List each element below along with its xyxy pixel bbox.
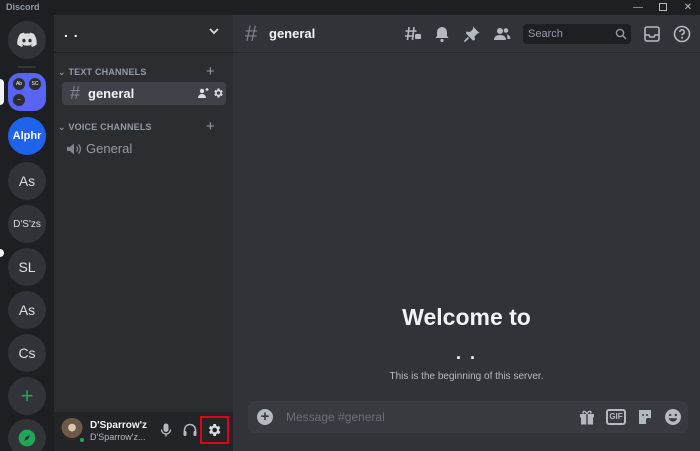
- gift-icon: [580, 410, 594, 425]
- message-composer: + GIF: [248, 401, 688, 433]
- speaker-icon: [67, 143, 81, 154]
- gift-button[interactable]: [578, 408, 596, 426]
- members-icon: [494, 28, 511, 40]
- server-sl[interactable]: SL: [8, 248, 46, 286]
- mute-button[interactable]: [158, 422, 174, 438]
- threads-icon: [405, 26, 421, 41]
- channel-header: # general: [233, 15, 700, 53]
- member-list-button[interactable]: [493, 25, 511, 43]
- chat-area: # general Welcome to . . This is the beg…: [233, 15, 700, 451]
- deafen-button[interactable]: [182, 422, 198, 438]
- server-rail: Ab SC – Alphr As D'S'zs SL As Cs +: [0, 15, 54, 451]
- sticker-button[interactable]: [636, 408, 654, 426]
- welcome-subtitle: This is the beginning of this server.: [389, 371, 544, 382]
- channel-label: General: [86, 141, 133, 156]
- server-as-2[interactable]: As: [8, 291, 46, 329]
- settings-highlight-box: [200, 416, 229, 444]
- inbox-icon: [644, 26, 660, 42]
- active-server-indicator: [0, 79, 4, 105]
- chevron-down-icon: ⌄: [58, 122, 66, 132]
- emoji-icon: [665, 409, 681, 425]
- username: D'Sparrow'z: [90, 420, 147, 431]
- channel-label: general: [88, 86, 135, 101]
- channel-title: general: [269, 26, 316, 41]
- add-server-button[interactable]: +: [8, 377, 46, 415]
- hash-icon: #: [69, 83, 80, 103]
- welcome-title: Welcome to: [402, 304, 531, 330]
- server-mini-icon: –: [13, 94, 25, 106]
- voice-channel-general[interactable]: General: [62, 137, 226, 160]
- channel-sidebar: . . ⌄ TEXT CHANNELS + # general ⌄ VOICE …: [54, 15, 233, 451]
- bell-icon: [435, 27, 449, 43]
- server-as[interactable]: As: [8, 162, 46, 200]
- app-title: Discord: [6, 2, 40, 12]
- threads-button[interactable]: [404, 25, 422, 43]
- maximize-icon: [659, 3, 667, 12]
- search-icon: [615, 28, 627, 40]
- server-alphr[interactable]: Alphr: [8, 117, 46, 155]
- category-label: TEXT CHANNELS: [68, 67, 147, 77]
- create-voice-channel-button[interactable]: +: [206, 119, 215, 134]
- server-dszs[interactable]: D'S'zs: [8, 205, 46, 243]
- server-active[interactable]: Ab SC –: [8, 73, 46, 111]
- microphone-icon: [160, 423, 172, 437]
- status-online-icon: [78, 436, 86, 444]
- title-bar: Discord — ✕: [0, 0, 700, 15]
- headphones-icon: [183, 423, 197, 436]
- create-channel-button[interactable]: +: [206, 64, 215, 79]
- chevron-down-icon: ⌄: [58, 67, 66, 77]
- gear-icon[interactable]: [212, 87, 224, 102]
- user-tag: D'Sparrow'z...: [90, 432, 146, 442]
- gif-button[interactable]: GIF: [606, 409, 626, 425]
- category-label: VOICE CHANNELS: [68, 122, 152, 132]
- server-cs[interactable]: Cs: [8, 334, 46, 372]
- server-name: . .: [64, 24, 79, 40]
- home-button[interactable]: [8, 21, 46, 59]
- notifications-button[interactable]: [433, 25, 451, 43]
- inbox-button[interactable]: [643, 25, 661, 43]
- user-panel: D'Sparrow'z D'Sparrow'z...: [54, 412, 233, 451]
- invite-icon[interactable]: [197, 87, 209, 102]
- voice-channels-category[interactable]: ⌄ VOICE CHANNELS: [58, 122, 152, 134]
- welcome-server-name: . .: [455, 343, 477, 363]
- discord-logo-icon: [17, 32, 37, 47]
- text-channels-category[interactable]: ⌄ TEXT CHANNELS: [58, 67, 147, 79]
- server-header[interactable]: . .: [54, 15, 233, 53]
- pin-icon: [463, 26, 480, 43]
- emoji-button[interactable]: [664, 408, 682, 426]
- close-button[interactable]: ✕: [677, 0, 699, 15]
- help-icon: [673, 25, 691, 43]
- server-mini-icon: Ab: [13, 78, 25, 90]
- explore-servers-button[interactable]: [8, 419, 46, 451]
- hash-icon: #: [245, 21, 258, 46]
- upload-button[interactable]: +: [257, 409, 273, 425]
- chevron-down-icon: [208, 25, 220, 40]
- pinned-messages-button[interactable]: [463, 25, 481, 43]
- server-mini-icon: SC: [29, 78, 41, 90]
- rail-separator: [18, 66, 36, 68]
- minimize-button[interactable]: —: [627, 0, 649, 15]
- compass-icon: [18, 429, 36, 447]
- message-input[interactable]: [286, 407, 566, 427]
- sticker-icon: [639, 410, 651, 424]
- channel-general[interactable]: # general: [62, 82, 226, 105]
- maximize-button[interactable]: [652, 0, 674, 15]
- help-button[interactable]: [673, 25, 691, 43]
- unread-indicator: [0, 249, 4, 257]
